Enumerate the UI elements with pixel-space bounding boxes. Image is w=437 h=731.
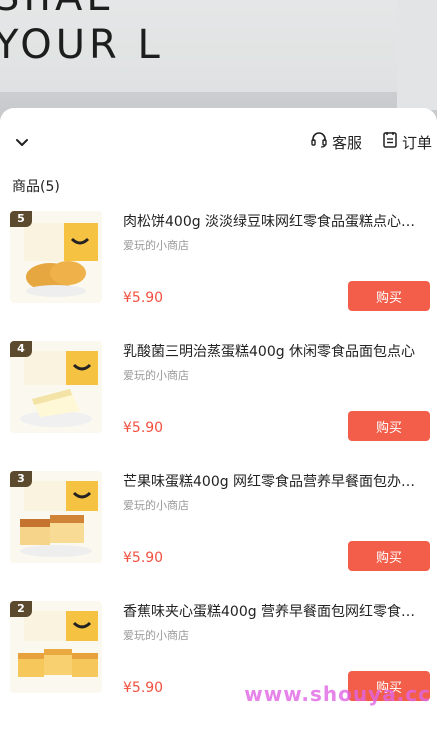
- buy-button[interactable]: 购买: [348, 281, 430, 311]
- rank-badge: 5: [10, 211, 32, 227]
- shop-name: 爱玩的小商店: [123, 629, 189, 642]
- product-title[interactable]: 乳酸菌三明治蒸蛋糕400g 休闲零食品面包点心: [123, 341, 429, 361]
- background-wall: [397, 0, 437, 110]
- orders-label: 订单: [402, 133, 433, 152]
- buy-button[interactable]: 购买: [348, 411, 430, 441]
- customer-service-label: 客服: [332, 133, 363, 152]
- list-item[interactable]: 5 肉松饼400g 淡淡绿豆味网红零食品蛋糕点心… 爱玩的小商店 ¥5.90 购…: [0, 211, 437, 341]
- headset-icon: [310, 131, 328, 153]
- product-title[interactable]: 芒果味蛋糕400g 网红零食品营养早餐面包办…: [123, 471, 429, 491]
- product-image[interactable]: 2: [10, 601, 102, 693]
- orders-button[interactable]: 订单: [382, 130, 432, 154]
- shop-name: 爱玩的小商店: [123, 369, 189, 382]
- rank-badge: 4: [10, 341, 32, 357]
- rank-badge: 3: [10, 471, 32, 487]
- product-price: ¥5.90: [123, 420, 164, 436]
- product-image[interactable]: 3: [10, 471, 102, 563]
- shop-name: 爱玩的小商店: [123, 239, 189, 252]
- product-image[interactable]: 5: [10, 211, 102, 303]
- order-list-icon: [382, 131, 398, 153]
- buy-button[interactable]: 购买: [348, 541, 430, 571]
- product-price: ¥5.90: [123, 680, 164, 696]
- shop-name: 爱玩的小商店: [123, 499, 189, 512]
- list-item[interactable]: 4 乳酸菌三明治蒸蛋糕400g 休闲零食品面包点心 爱玩的小商店 ¥5.90 购…: [0, 341, 437, 471]
- product-price: ¥5.90: [123, 550, 164, 566]
- product-count-title: 商品(5): [12, 179, 60, 195]
- background-video: SIIAE YOUR L: [0, 0, 437, 120]
- product-title[interactable]: 肉松饼400g 淡淡绿豆味网红零食品蛋糕点心…: [123, 211, 429, 231]
- product-title[interactable]: 香蕉味夹心蛋糕400g 营养早餐面包网红零食…: [123, 601, 429, 621]
- customer-service-button[interactable]: 客服: [310, 130, 362, 154]
- sheet-header: 客服 订单: [0, 108, 437, 168]
- watermark: www.shouya.cc: [244, 682, 431, 706]
- background-text-line1: SIIAE: [0, 0, 116, 20]
- product-price: ¥5.90: [123, 290, 164, 306]
- product-sheet: 客服 订单 商品(5) 5 肉松饼400g 淡淡绿豆味网红零食品蛋糕点心… 爱玩…: [0, 108, 437, 708]
- chevron-down-icon[interactable]: [10, 130, 34, 154]
- product-image[interactable]: 4: [10, 341, 102, 433]
- background-text-line2: YOUR L: [0, 22, 164, 68]
- list-item[interactable]: 3 芒果味蛋糕400g 网红零食品营养早餐面包办… 爱玩的小商店 ¥5.90 购…: [0, 471, 437, 601]
- rank-badge: 2: [10, 601, 32, 617]
- list-item[interactable]: 2 香蕉味夹心蛋糕400g 营养早餐面包网红零食… 爱玩的小商店 ¥5.90 购…: [0, 601, 437, 731]
